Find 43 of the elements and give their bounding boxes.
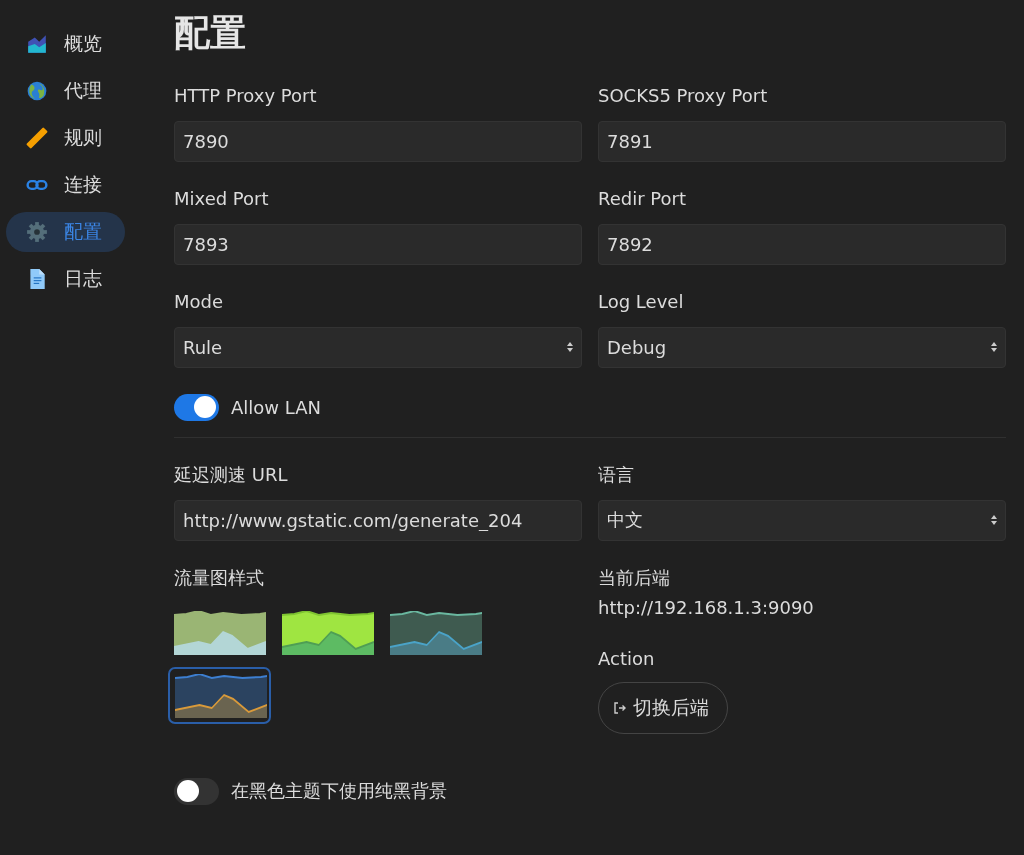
toggle-label: 在黑色主题下使用纯黑背景: [231, 779, 447, 804]
field-label: Mode: [174, 290, 224, 313]
sidebar-item[interactable]: 概览: [6, 24, 125, 64]
select-field[interactable]: Debug: [598, 326, 1006, 368]
field-label: 语言: [598, 463, 634, 486]
exit-icon: [613, 700, 627, 715]
select-field[interactable]: 中文: [598, 499, 1006, 541]
sidebar-item[interactable]: 规则: [6, 118, 125, 158]
switch-backend-button[interactable]: 切换后端: [598, 681, 728, 734]
updown-icon: [991, 342, 997, 353]
sidebar-item[interactable]: 代理: [6, 71, 125, 111]
page-title: 配置: [174, 11, 247, 55]
field-label: 流量图样式: [174, 566, 264, 589]
chart-style-option[interactable]: [174, 610, 266, 655]
field-label: Redir Port: [598, 187, 686, 210]
field-label: 当前后端: [598, 566, 670, 589]
field-label: Log Level: [598, 290, 684, 313]
field-label: HTTP Proxy Port: [174, 84, 317, 107]
gear-icon: [26, 221, 48, 243]
sidebar-item[interactable]: 连接: [6, 165, 125, 205]
sidebar-item[interactable]: 配置: [6, 212, 125, 252]
chart-style-option[interactable]: [390, 610, 482, 655]
toggle-switch[interactable]: [174, 777, 219, 805]
field-label: Action: [598, 647, 655, 670]
input-field[interactable]: http://www.gstatic.com/generate_204: [174, 499, 582, 541]
input-field[interactable]: 7892: [598, 223, 1006, 265]
chart-icon: [26, 33, 48, 55]
field-label: Mixed Port: [174, 187, 269, 210]
input-field[interactable]: 7890: [174, 120, 582, 162]
updown-icon: [991, 515, 997, 526]
field-label: SOCKS5 Proxy Port: [598, 84, 768, 107]
backend-url: http://192.168.1.3:9090: [598, 596, 814, 618]
updown-icon: [567, 342, 573, 353]
chart-style-option[interactable]: [168, 666, 271, 724]
toggle-label: Allow LAN: [231, 396, 321, 418]
input-field[interactable]: 7891: [598, 120, 1006, 162]
chart-style-option[interactable]: [282, 610, 374, 655]
field-label: 延迟测速 URL: [174, 463, 288, 486]
toggle-switch[interactable]: [174, 393, 219, 421]
input-field[interactable]: 7893: [174, 223, 582, 265]
select-field[interactable]: Rule: [174, 326, 582, 368]
sidebar-item[interactable]: 日志: [6, 259, 125, 299]
globe-icon: [26, 80, 48, 102]
